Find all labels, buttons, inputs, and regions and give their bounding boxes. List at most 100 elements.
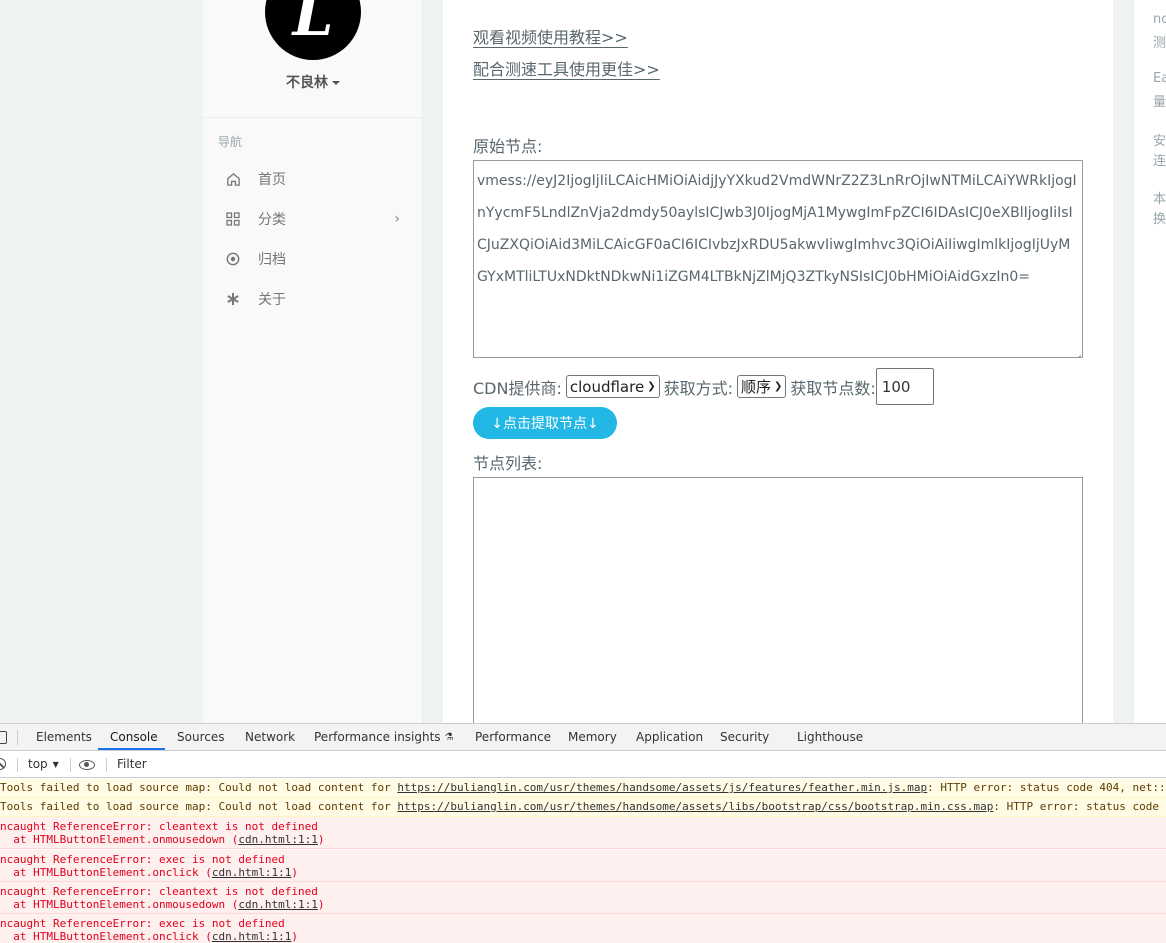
sidebar-divider bbox=[203, 117, 423, 118]
active-tab-indicator bbox=[98, 748, 165, 750]
avatar-letter: L bbox=[292, 0, 334, 49]
aside-text: 安 bbox=[1153, 134, 1166, 149]
aside-text: 测 bbox=[1153, 36, 1166, 51]
tab-elements[interactable]: Elements bbox=[36, 724, 92, 750]
stack-link[interactable]: cdn.html:1:1 bbox=[212, 866, 291, 879]
node-list-label: 节点列表: bbox=[473, 454, 543, 473]
sidebar-item-label: 首页 bbox=[258, 172, 286, 188]
tab-security[interactable]: Security bbox=[720, 724, 769, 750]
avatar[interactable]: L bbox=[265, 0, 361, 60]
video-tutorial-link[interactable]: 观看视频使用教程>> bbox=[473, 24, 628, 48]
caret-down-icon bbox=[332, 81, 340, 85]
error-text: ncaught ReferenceError: cleantext is not… bbox=[0, 885, 318, 898]
sidebar-item-about[interactable]: 关于 bbox=[225, 284, 405, 314]
browser-page: L 不良林 导航 首页 分类 › 归档 关于 观看视频使用教程>> 配合测速工具… bbox=[0, 0, 1166, 943]
tab-label: Performance insights bbox=[314, 730, 441, 744]
node-list-textarea[interactable] bbox=[473, 477, 1083, 723]
aside-text: 本 bbox=[1153, 192, 1166, 207]
stack-text: at HTMLButtonElement.onclick ( bbox=[0, 866, 212, 879]
console-toolbar: top ▼ Filter bbox=[0, 752, 1166, 778]
fetch-nodes-button[interactable]: ↓点击提取节点↓ bbox=[473, 407, 617, 439]
dock-icon[interactable] bbox=[0, 731, 7, 744]
toolbar-separator bbox=[106, 758, 107, 772]
source-map-link[interactable]: https://bulianglin.com/usr/themes/handso… bbox=[397, 800, 993, 813]
tab-sources[interactable]: Sources bbox=[177, 724, 224, 750]
context-selector[interactable]: top ▼ bbox=[28, 757, 59, 771]
node-count-label: 获取节点数: bbox=[790, 378, 876, 398]
node-count-input[interactable]: 100 bbox=[875, 368, 934, 405]
sidebar-item-label: 关于 bbox=[258, 292, 286, 308]
warning-tail: : HTTP error: status code bbox=[993, 800, 1159, 813]
aside-text: nc bbox=[1153, 12, 1166, 27]
stack-link[interactable]: cdn.html:1:1 bbox=[238, 898, 317, 911]
right-aside: nc 测 Ea 量 安 连 本 换 bbox=[1133, 0, 1166, 723]
warning-text: Tools failed to load source map: Could n… bbox=[0, 781, 398, 794]
sidebar: L 不良林 导航 首页 分类 › 归档 关于 bbox=[203, 0, 423, 723]
caret-down-icon: ▼ bbox=[52, 759, 59, 769]
console-error: ncaught ReferenceError: cleantext is not… bbox=[0, 817, 1166, 849]
sidebar-item-home[interactable]: 首页 bbox=[225, 164, 405, 194]
stack-link[interactable]: cdn.html:1:1 bbox=[238, 833, 317, 846]
sidebar-item-label: 归档 bbox=[258, 252, 286, 268]
fetch-options-row: CDN提供商: cloudflare ❯ 获取方式: 顺序 ❯ 获取节点数: 100 bbox=[473, 368, 934, 405]
grid-icon bbox=[225, 211, 241, 227]
stack-link[interactable]: cdn.html:1:1 bbox=[212, 930, 291, 943]
console-warning: Tools failed to load source map: Could n… bbox=[0, 779, 1166, 798]
node-count-value: 100 bbox=[881, 377, 911, 396]
source-node-textarea[interactable]: vmess://eyJ2IjogIjIiLCAicHMiOiAidjJyYXku… bbox=[473, 160, 1083, 358]
cdn-provider-select[interactable]: cloudflare ❯ bbox=[565, 375, 660, 398]
chevron-right-icon: › bbox=[394, 211, 400, 227]
sidebar-item-label: 分类 bbox=[258, 212, 286, 228]
sidebar-item-category[interactable]: 分类 › bbox=[225, 204, 405, 234]
fetch-method-label: 获取方式: bbox=[663, 378, 733, 398]
eye-icon[interactable] bbox=[79, 760, 95, 770]
tab-performance-insights[interactable]: Performance insights ⚗ bbox=[314, 724, 454, 750]
stack-end: ) bbox=[317, 898, 325, 911]
console-error: ncaught ReferenceError: exec is not defi… bbox=[0, 850, 1166, 882]
tab-network[interactable]: Network bbox=[245, 724, 295, 750]
nav-heading: 导航 bbox=[218, 135, 243, 149]
aside-text: 量 bbox=[1153, 95, 1166, 110]
aside-text: 换 bbox=[1153, 212, 1166, 227]
content-gap bbox=[423, 0, 443, 723]
stack-end: ) bbox=[291, 930, 299, 943]
chevron-down-icon: ❯ bbox=[647, 381, 656, 392]
warning-tail: : HTTP error: status code 404, net:: bbox=[927, 781, 1166, 794]
cdn-provider-value: cloudflare bbox=[569, 377, 645, 396]
console-messages: Tools failed to load source map: Could n… bbox=[0, 779, 1166, 943]
console-filter-input[interactable]: Filter bbox=[117, 757, 147, 771]
fetch-method-select[interactable]: 顺序 ❯ bbox=[736, 375, 787, 398]
sidebar-item-archive[interactable]: 归档 bbox=[225, 244, 405, 274]
console-error: ncaught ReferenceError: exec is not defi… bbox=[0, 914, 1166, 943]
main-content: 观看视频使用教程>> 配合测速工具使用更佳>> 原始节点: vmess://ey… bbox=[443, 0, 1113, 723]
source-map-link[interactable]: https://bulianglin.com/usr/themes/handso… bbox=[397, 781, 927, 794]
chevron-down-icon: ❯ bbox=[774, 381, 783, 392]
tab-performance[interactable]: Performance bbox=[475, 724, 551, 750]
username-dropdown[interactable]: 不良林 bbox=[203, 72, 423, 92]
toolbar-separator bbox=[17, 758, 18, 772]
devtools-panel: Elements Console Sources Network Perform… bbox=[0, 723, 1166, 943]
console-warning: Tools failed to load source map: Could n… bbox=[0, 798, 1166, 817]
aside-text: 连 bbox=[1153, 154, 1166, 169]
tab-console[interactable]: Console bbox=[110, 724, 158, 750]
tab-lighthouse[interactable]: Lighthouse bbox=[797, 724, 863, 750]
stack-end: ) bbox=[291, 866, 299, 879]
error-text: ncaught ReferenceError: exec is not defi… bbox=[0, 917, 285, 930]
resize-grip-icon[interactable] bbox=[1073, 348, 1081, 356]
tab-application[interactable]: Application bbox=[636, 724, 703, 750]
stack-text: at HTMLButtonElement.onclick ( bbox=[0, 930, 212, 943]
error-text: ncaught ReferenceError: exec is not defi… bbox=[0, 853, 285, 866]
asterisk-icon bbox=[225, 291, 241, 307]
stack-end: ) bbox=[317, 833, 325, 846]
aside-gap bbox=[1113, 0, 1133, 723]
warning-text: Tools failed to load source map: Could n… bbox=[0, 800, 398, 813]
stack-text: at HTMLButtonElement.onmousedown ( bbox=[0, 898, 239, 911]
tab-memory[interactable]: Memory bbox=[568, 724, 617, 750]
source-node-value: vmess://eyJ2IjogIjIiLCAicHMiOiAidjJyYXku… bbox=[477, 173, 1077, 285]
clear-console-icon[interactable] bbox=[0, 758, 6, 770]
speedtest-tool-link[interactable]: 配合测速工具使用更佳>> bbox=[473, 56, 660, 80]
target-icon bbox=[225, 251, 241, 267]
fetch-method-value: 顺序 bbox=[740, 378, 771, 396]
aside-text: Ea bbox=[1153, 71, 1166, 86]
console-error: ncaught ReferenceError: cleantext is not… bbox=[0, 882, 1166, 914]
